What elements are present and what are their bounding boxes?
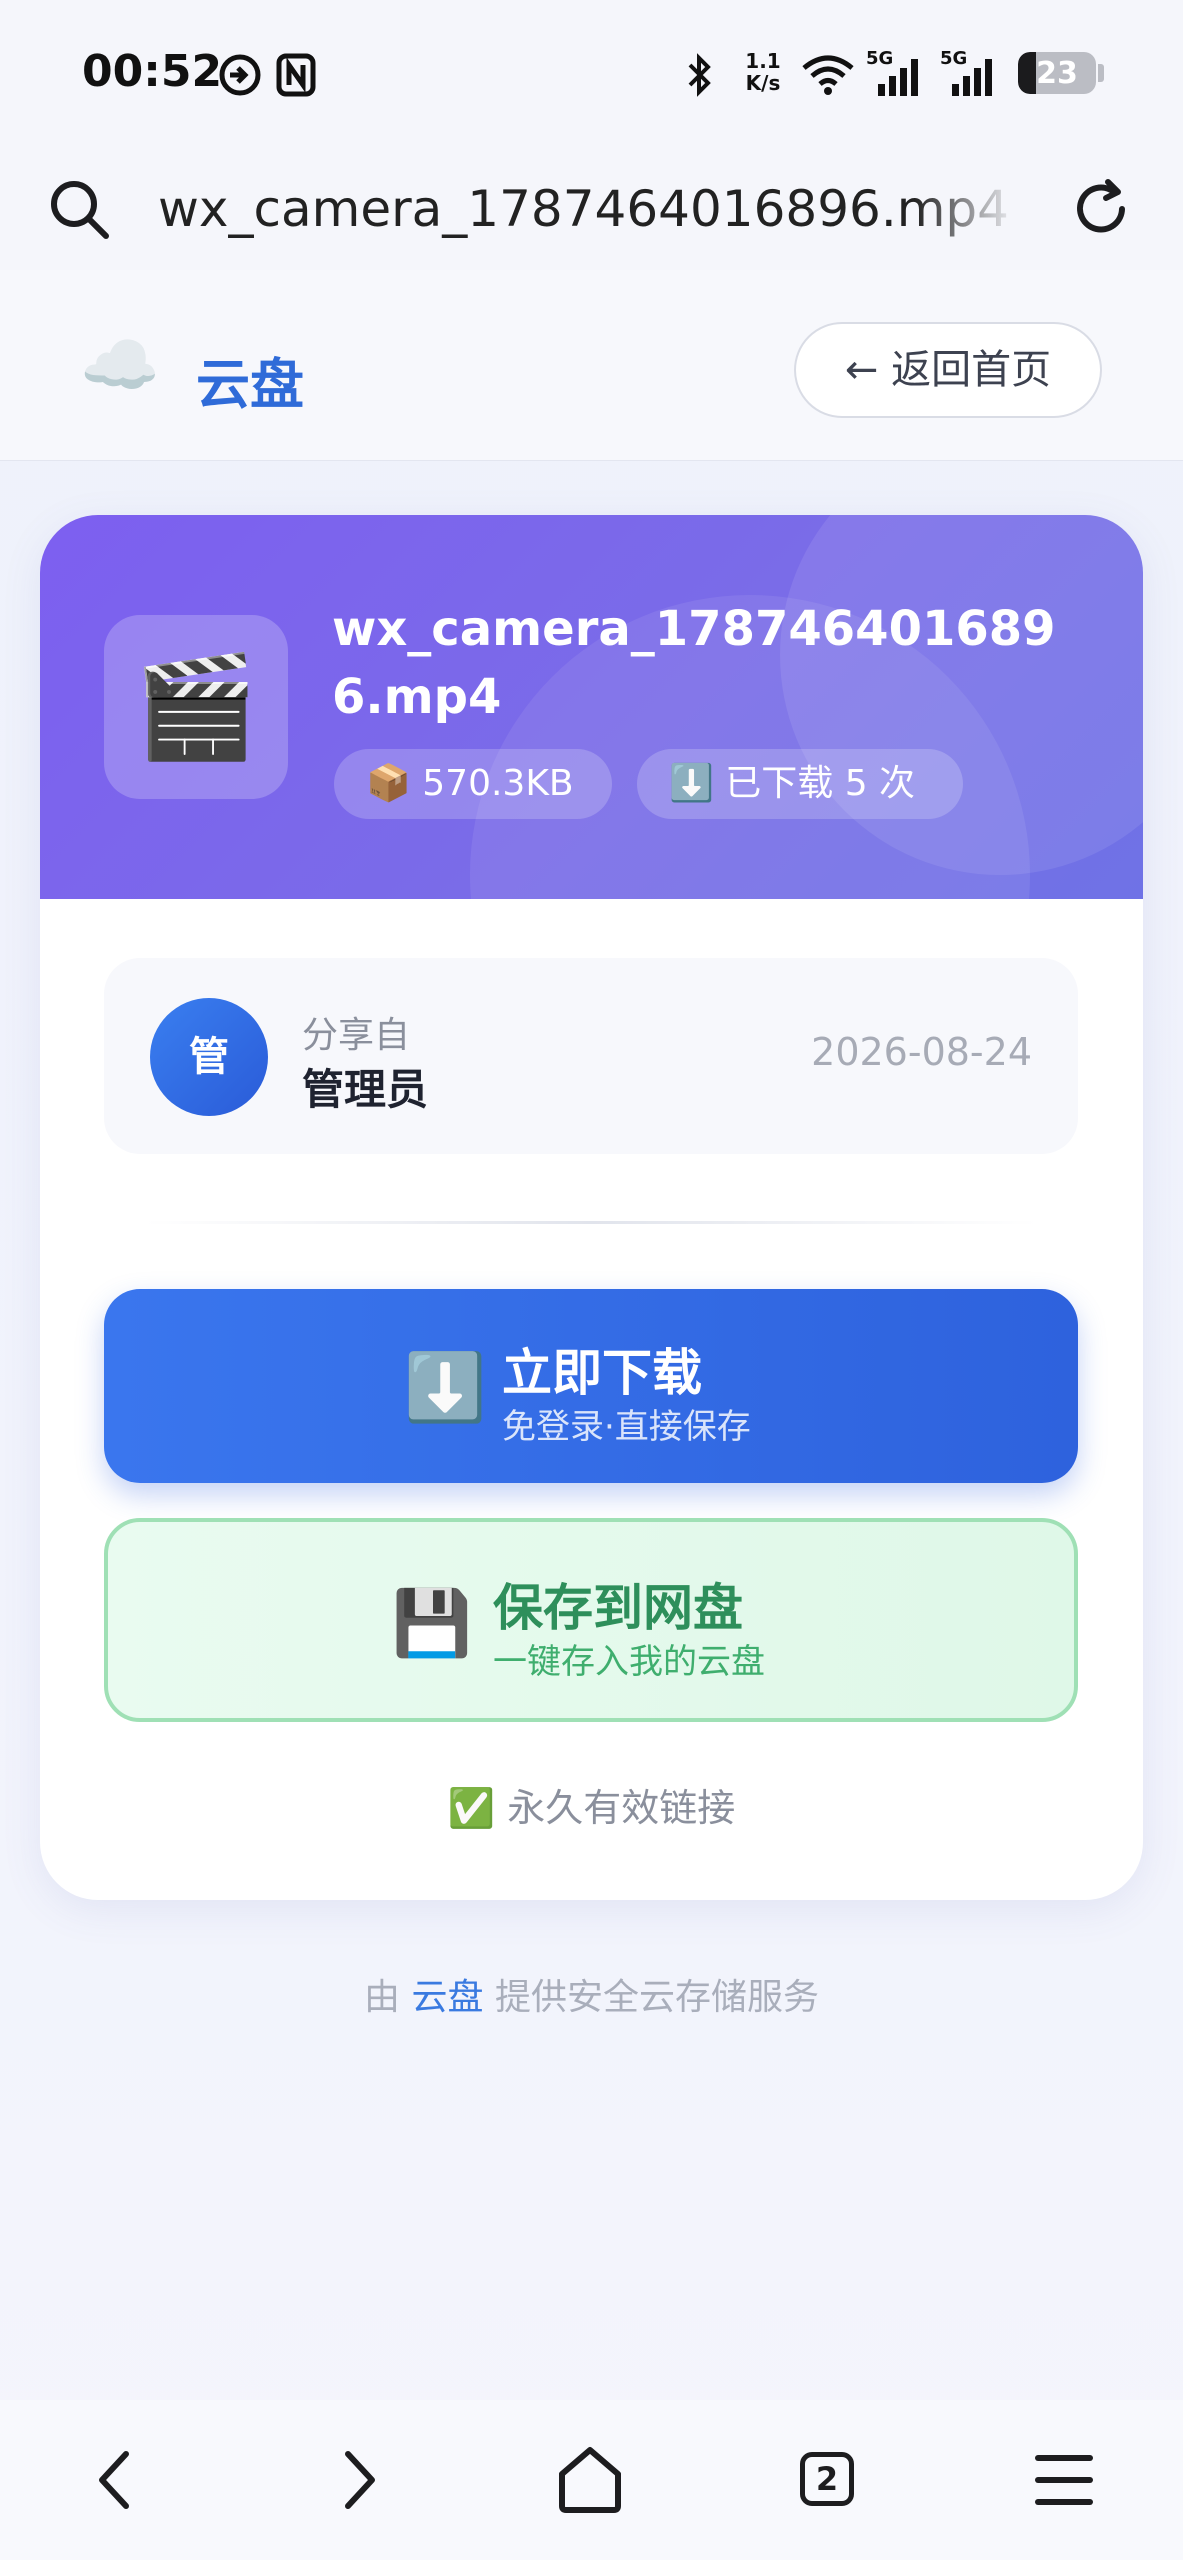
download-now-button[interactable]: ⬇️ 立即下载 免登录·直接保存 [104, 1289, 1078, 1483]
file-name: wx_camera_1787464016896.mp4 [332, 601, 1056, 725]
net-speed: 1.1 K/s [745, 49, 781, 95]
battery-tip [1098, 64, 1104, 82]
status-time: 00:52 [82, 46, 223, 97]
download-icon: ⬇️ [404, 1349, 487, 1426]
signal-icon [952, 59, 992, 96]
brand-label[interactable]: 云盘 [196, 340, 304, 419]
battery-icon: 23 [1018, 52, 1096, 94]
browser-url-bar[interactable]: wx_camera_1787464016896.mp4 - [0, 150, 1183, 270]
nfc-icon [276, 53, 316, 97]
home-icon[interactable] [550, 2440, 630, 2520]
avatar: 管 [150, 998, 268, 1116]
signal-2: 5G [940, 48, 1002, 98]
search-icon[interactable] [46, 176, 112, 242]
site-header: ☁️ 云盘 ← 返回首页 [0, 270, 1183, 461]
back-arrow-icon[interactable] [78, 2440, 158, 2520]
cloud-icon: ☁️ [80, 329, 160, 403]
floppy-disk-icon: 💾 [392, 1587, 472, 1661]
signal-1: 5G [866, 48, 928, 98]
tab-count: 2 [800, 2452, 854, 2506]
download-count-badge: ⬇️ 已下载 5 次 [637, 749, 963, 819]
file-size-badge: 📦 570.3KB [334, 749, 612, 819]
file-share-card: 🎬 wx_camera_1787464016896.mp4 📦 570.3KB … [40, 515, 1143, 1900]
refresh-icon[interactable] [1068, 176, 1134, 242]
bluetooth-icon [688, 53, 711, 97]
url-text[interactable]: wx_camera_1787464016896.mp4 - [158, 180, 1018, 238]
nfc-notify-icon [219, 54, 261, 96]
download-label: 立即下载 [502, 1344, 702, 1402]
forward-arrow-icon[interactable] [316, 2440, 396, 2520]
share-from-label: 分享自 [302, 1015, 411, 1056]
sharer-info: 管 分享自 管理员 2026-08-24 [104, 958, 1078, 1154]
save-sub-label: 一键存入我的云盘 [493, 1642, 765, 1682]
validity-note: ✅ 永久有效链接 [447, 1786, 736, 1830]
back-home-button[interactable]: ← 返回首页 [794, 322, 1102, 418]
file-header: 🎬 wx_camera_1787464016896.mp4 📦 570.3KB … [40, 515, 1143, 899]
signal-icon [878, 59, 918, 96]
footer-brand-link[interactable]: 云盘 [411, 1977, 483, 2018]
wifi-icon [802, 55, 854, 95]
save-label: 保存到网盘 [493, 1579, 743, 1637]
sharer-name: 管理员 [302, 1065, 429, 1114]
video-file-icon: 🎬 [104, 615, 288, 799]
tabs-icon[interactable]: 2 [800, 2440, 880, 2520]
footer-note: 由 云盘 提供安全云存储服务 [364, 1977, 819, 2018]
save-to-drive-button[interactable]: 💾 保存到网盘 一键存入我的云盘 [104, 1518, 1078, 1722]
browser-bottom-nav: 2 [0, 2400, 1183, 2560]
divider [144, 1221, 1038, 1224]
status-bar: 00:52 1.1 K/s 5G 5G 23 [0, 0, 1183, 150]
download-sub-label: 免登录·直接保存 [502, 1407, 751, 1447]
share-date: 2026-08-24 [811, 1030, 1032, 1074]
menu-icon[interactable] [1024, 2440, 1104, 2520]
